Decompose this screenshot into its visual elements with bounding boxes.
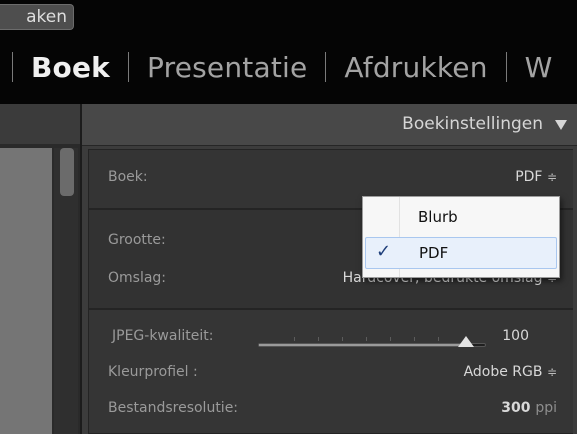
book-type-value: PDF bbox=[515, 169, 543, 185]
module-picker-bar: Boek Presentatie Afdrukken W bbox=[0, 0, 577, 104]
file-resolution-label: Bestandsresolutie: bbox=[108, 400, 239, 416]
slider-fill bbox=[259, 344, 465, 346]
left-panel-preview bbox=[0, 148, 52, 434]
slider-tick bbox=[414, 337, 415, 341]
jpeg-quality-value[interactable]: 100 bbox=[502, 328, 529, 344]
updown-arrows-icon: ≑ bbox=[546, 365, 557, 379]
updown-arrows-icon: ≑ bbox=[546, 170, 557, 184]
jpeg-quality-slider[interactable] bbox=[258, 336, 486, 350]
color-profile-select[interactable]: Adobe RGB ≑ bbox=[464, 364, 557, 380]
left-panel-scrollbar-thumb[interactable] bbox=[60, 148, 74, 196]
module-web[interactable]: W bbox=[507, 51, 571, 84]
menu-item-label: PDF bbox=[419, 244, 449, 262]
module-slideshow[interactable]: Presentatie bbox=[129, 51, 325, 84]
slider-tick bbox=[294, 337, 295, 341]
color-profile-value: Adobe RGB bbox=[463, 364, 543, 380]
book-settings-header[interactable]: Boekinstellingen bbox=[82, 104, 577, 146]
file-resolution-field[interactable]: 300 ppi bbox=[501, 400, 557, 416]
slider-tick bbox=[438, 337, 439, 341]
slider-tick bbox=[342, 337, 343, 341]
size-label: Grootte: bbox=[108, 232, 166, 248]
book-label: Boek: bbox=[108, 169, 148, 185]
book-settings-title: Boekinstellingen bbox=[402, 114, 543, 134]
menu-item-blurb[interactable]: Blurb bbox=[365, 202, 557, 234]
file-resolution-value: 300 bbox=[501, 400, 531, 416]
slider-tick bbox=[390, 337, 391, 341]
checkmark-icon: ✓ bbox=[376, 241, 392, 262]
file-resolution-unit: ppi bbox=[535, 400, 557, 416]
module-print[interactable]: Afdrukken bbox=[326, 51, 505, 84]
menu-item-pdf[interactable]: ✓ PDF bbox=[365, 237, 557, 269]
menu-item-label: Blurb bbox=[418, 208, 458, 226]
jpeg-quality-label: JPEG-kwaliteit: bbox=[112, 328, 214, 344]
book-type-dropdown-menu: Blurb ✓ PDF bbox=[362, 196, 560, 278]
cover-label: Omslag: bbox=[108, 270, 167, 286]
slider-tick bbox=[318, 337, 319, 341]
slider-tick bbox=[366, 337, 367, 341]
color-profile-label: Kleurprofiel : bbox=[108, 364, 198, 380]
module-book[interactable]: Boek bbox=[13, 51, 128, 84]
left-panel-button[interactable]: aken bbox=[0, 4, 74, 30]
panel-divider bbox=[80, 104, 82, 434]
module-list: Boek Presentatie Afdrukken W bbox=[0, 44, 571, 90]
book-type-select[interactable]: PDF ≑ bbox=[515, 169, 557, 185]
slider-knob[interactable] bbox=[458, 336, 474, 347]
collapse-triangle-icon[interactable] bbox=[555, 120, 567, 130]
